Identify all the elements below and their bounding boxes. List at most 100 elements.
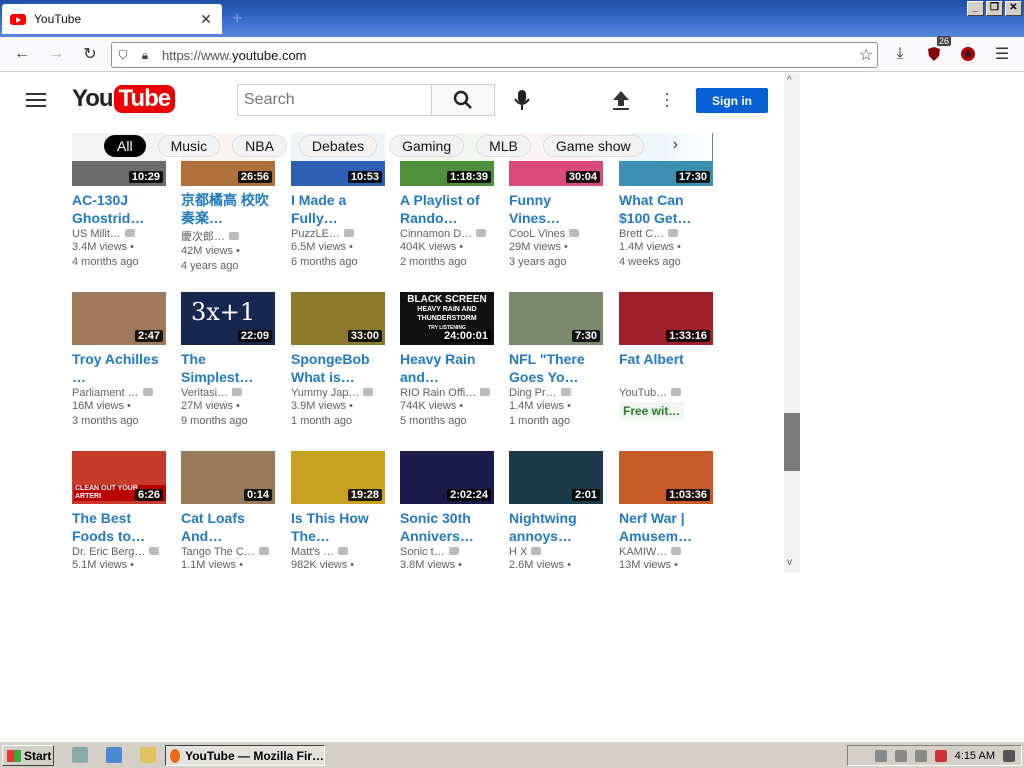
- video-card[interactable]: 33:00 SpongeBob What is… Yummy Jap… 3.9M vi…: [291, 292, 385, 429]
- tray-misc-icon[interactable]: [1003, 749, 1015, 762]
- channel-name[interactable]: Sonic t…: [400, 546, 494, 558]
- video-thumbnail[interactable]: 2:01: [509, 451, 603, 504]
- channel-name[interactable]: YouTub…: [619, 387, 713, 399]
- restore-button[interactable]: ❐: [986, 1, 1003, 16]
- video-thumbnail[interactable]: 7:30: [509, 292, 603, 345]
- shield-icon[interactable]: ⛉: [112, 48, 134, 63]
- video-card[interactable]: 3x+1 22:09 The Simplest… Veritasi… 27M views…: [181, 292, 275, 429]
- video-card[interactable]: 19:28 Is This How The… Matt's … 982K views …: [291, 451, 385, 573]
- video-title[interactable]: The Best Foods to…: [72, 509, 166, 545]
- youtube-logo[interactable]: You Tube: [72, 85, 176, 113]
- channel-name[interactable]: Dr. Eric Berg…: [72, 546, 166, 558]
- folder-icon[interactable]: [140, 747, 156, 763]
- bookmark-star-icon[interactable]: ☆: [855, 45, 877, 65]
- chip-all[interactable]: All: [104, 135, 146, 157]
- upload-icon[interactable]: [611, 89, 631, 116]
- video-card[interactable]: 0:14 Cat Loafs And… Tango The C… 1.1M views…: [181, 451, 275, 573]
- video-card[interactable]: 2:01 Nightwing annoys… H X 2.6M views •: [509, 451, 603, 573]
- video-title[interactable]: I Made a Fully…: [291, 191, 385, 227]
- channel-name[interactable]: Yummy Jap…: [291, 387, 385, 399]
- video-title[interactable]: AC-130J Ghostrid…: [72, 191, 166, 227]
- back-icon[interactable]: ←: [11, 43, 33, 65]
- channel-name[interactable]: Parliament …: [72, 387, 166, 399]
- video-thumbnail[interactable]: 33:00: [291, 292, 385, 345]
- quicklaunch-icon-1[interactable]: [72, 747, 88, 763]
- video-title[interactable]: Nerf War | Amusem…: [619, 509, 713, 545]
- channel-name[interactable]: Brett C…: [619, 228, 713, 240]
- url-bar[interactable]: ⛉ 🔒︎ https://www.youtube.com ☆: [111, 42, 878, 68]
- video-thumbnail[interactable]: BLACK SCREEN HEAVY RAIN AND THUNDERSTORM T…: [400, 292, 494, 345]
- channel-name[interactable]: RIO Rain Offi…: [400, 387, 494, 399]
- video-thumbnail[interactable]: 19:28: [291, 451, 385, 504]
- video-title[interactable]: Funny Vines…: [509, 191, 603, 227]
- chip-nba[interactable]: NBA: [232, 135, 287, 157]
- taskbar-firefox-item[interactable]: YouTube — Mozilla Fir…: [165, 745, 325, 766]
- sign-in-button[interactable]: Sign in: [696, 88, 768, 113]
- microphone-icon[interactable]: [512, 89, 532, 116]
- channel-name[interactable]: PuzzLE…: [291, 228, 385, 240]
- video-thumbnail[interactable]: CLEAN OUT YOUR ARTERI 6:26: [72, 451, 166, 504]
- chip-debates[interactable]: Debates: [298, 135, 378, 157]
- video-card[interactable]: 2:02:24 Sonic 30th Annivers… Sonic t… 3.8M …: [400, 451, 494, 573]
- chip-gaming[interactable]: Gaming: [389, 135, 465, 157]
- video-thumbnail[interactable]: 1:33:16: [619, 292, 713, 345]
- video-card[interactable]: 1:03:36 Nerf War | Amusem… KAMIW… 13M views…: [619, 451, 713, 573]
- video-title[interactable]: Heavy Rain and…: [400, 350, 494, 386]
- video-title[interactable]: SpongeBob What is…: [291, 350, 385, 386]
- video-card[interactable]: 1:33:16 Fat Albert YouTub… Free wit…: [619, 292, 713, 420]
- video-thumbnail[interactable]: 2:02:24: [400, 451, 494, 504]
- channel-name[interactable]: 慶次郎…: [181, 228, 275, 244]
- video-title[interactable]: What Can $100 Get…: [619, 191, 713, 227]
- video-thumbnail[interactable]: 0:14: [181, 451, 275, 504]
- channel-name[interactable]: US Milit…: [72, 228, 166, 240]
- video-thumbnail[interactable]: 3x+1 22:09: [181, 292, 275, 345]
- video-title[interactable]: Cat Loafs And…: [181, 509, 275, 545]
- channel-name[interactable]: Tango The C…: [181, 546, 275, 558]
- scroll-thumb[interactable]: [784, 413, 800, 471]
- download-icon[interactable]: ⤓: [889, 43, 911, 65]
- chips-next-icon[interactable]: ›: [673, 136, 678, 154]
- start-button[interactable]: Start: [2, 745, 54, 766]
- channel-name[interactable]: KAMIW…: [619, 546, 713, 558]
- close-window-button[interactable]: ✕: [1005, 1, 1022, 16]
- page-scrollbar[interactable]: ^ v: [784, 73, 800, 573]
- tray-flag-icon[interactable]: [894, 749, 907, 762]
- tray-network-icon[interactable]: [914, 749, 927, 762]
- video-title[interactable]: NFL "There Goes Yo…: [509, 350, 603, 386]
- video-title[interactable]: Fat Albert: [619, 350, 713, 386]
- search-button[interactable]: [431, 84, 495, 116]
- chip-music[interactable]: Music: [157, 135, 221, 157]
- tab-close-icon[interactable]: ✕: [198, 11, 214, 28]
- browser-tab[interactable]: YouTube ✕: [2, 4, 222, 34]
- video-title[interactable]: 京都橘高 校吹奏楽…: [181, 191, 275, 227]
- search-input[interactable]: [237, 84, 432, 116]
- forward-icon[interactable]: →: [45, 43, 67, 65]
- extension-icon[interactable]: [957, 43, 979, 65]
- lock-icon[interactable]: 🔒︎: [134, 48, 156, 63]
- channel-name[interactable]: CooL Vines: [509, 228, 603, 240]
- scroll-up-icon[interactable]: ^: [787, 75, 792, 86]
- video-thumbnail[interactable]: 1:03:36: [619, 451, 713, 504]
- video-card[interactable]: BLACK SCREEN HEAVY RAIN AND THUNDERSTORM T…: [400, 292, 494, 429]
- video-card[interactable]: 2:47 Troy Achilles … Parliament … 16M views…: [72, 292, 166, 429]
- video-card[interactable]: CLEAN OUT YOUR ARTERI 6:26 The Best Foods …: [72, 451, 166, 573]
- scroll-down-icon[interactable]: v: [787, 557, 792, 568]
- chip-game-show[interactable]: Game show: [542, 135, 644, 157]
- channel-name[interactable]: Cinnamon D…: [400, 228, 494, 240]
- video-title[interactable]: A Playlist of Rando…: [400, 191, 494, 227]
- channel-name[interactable]: H X: [509, 546, 603, 558]
- channel-name[interactable]: Matt's …: [291, 546, 385, 558]
- channel-name[interactable]: Ding Pr…: [509, 387, 603, 399]
- video-thumbnail[interactable]: 2:47: [72, 292, 166, 345]
- new-tab-icon[interactable]: +: [232, 8, 243, 29]
- reload-icon[interactable]: ↻: [79, 43, 101, 65]
- chip-mlb[interactable]: MLB: [476, 135, 531, 157]
- video-title[interactable]: Sonic 30th Annivers…: [400, 509, 494, 545]
- video-title[interactable]: Is This How The…: [291, 509, 385, 545]
- ublock-extension-icon[interactable]: 26: [923, 36, 951, 65]
- guide-menu-icon[interactable]: [26, 93, 46, 107]
- video-title[interactable]: Nightwing annoys…: [509, 509, 603, 545]
- url-text[interactable]: https://www.youtube.com: [162, 48, 855, 63]
- video-title[interactable]: Troy Achilles …: [72, 350, 166, 386]
- video-title[interactable]: The Simplest…: [181, 350, 275, 386]
